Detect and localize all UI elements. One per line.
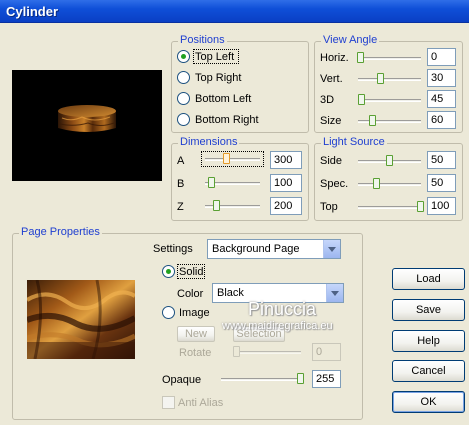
settings-dropdown-value: Background Page <box>212 243 300 255</box>
page-texture-image <box>27 280 135 359</box>
vert-slider[interactable] <box>358 78 421 81</box>
opaque-slider-thumb[interactable] <box>297 373 304 384</box>
dim-a-slider-thumb[interactable] <box>223 153 230 164</box>
settings-label: Settings <box>153 243 193 255</box>
dim-b-slider-thumb[interactable] <box>208 177 215 188</box>
radio-bottom-right[interactable] <box>177 113 190 126</box>
focus-ring <box>193 49 239 64</box>
side-slider-thumb[interactable] <box>386 155 393 166</box>
3d-label: 3D <box>320 94 335 106</box>
dim-b-input[interactable]: 100 <box>270 174 302 192</box>
dim-b-label: B <box>177 178 185 190</box>
3d-slider[interactable] <box>358 99 421 102</box>
dim-z-slider-thumb[interactable] <box>213 200 220 211</box>
page-properties-group-label: Page Properties <box>19 226 102 238</box>
dim-z-input[interactable]: 200 <box>270 197 302 215</box>
rotate-label: Rotate <box>179 347 212 359</box>
radio-bottom-right-label: Bottom Right <box>195 114 259 126</box>
vert-slider-thumb[interactable] <box>377 73 384 84</box>
top-slider-thumb[interactable] <box>417 201 424 212</box>
title-bar[interactable]: Cylinder <box>0 0 469 23</box>
rotate-input[interactable]: 0 <box>312 343 341 361</box>
load-button[interactable]: Load <box>392 268 465 290</box>
top-label: Top <box>320 201 338 213</box>
new-button[interactable]: New <box>177 326 215 342</box>
watermark-url: www.maidiregrafica.eu <box>222 320 333 332</box>
opaque-slider[interactable] <box>221 378 301 381</box>
spec-slider-thumb[interactable] <box>373 178 380 189</box>
side-input[interactable]: 50 <box>427 151 456 169</box>
color-dropdown-value: Black <box>217 287 244 299</box>
opaque-input[interactable]: 255 <box>312 370 341 388</box>
spec-label: Spec. <box>320 178 349 190</box>
dim-a-input[interactable]: 300 <box>270 151 302 169</box>
3d-slider-thumb[interactable] <box>358 94 365 105</box>
top-slider[interactable] <box>358 206 421 209</box>
spec-slider[interactable] <box>358 183 421 186</box>
save-button[interactable]: Save <box>392 299 465 321</box>
dim-a-slider[interactable] <box>205 158 260 161</box>
3d-input[interactable]: 45 <box>427 90 456 108</box>
rotate-slider-thumb[interactable] <box>233 346 240 357</box>
horiz-input[interactable]: 0 <box>427 48 456 66</box>
side-label: Side <box>320 155 343 167</box>
anti-alias-label: Anti Alias <box>178 397 224 409</box>
size-slider[interactable] <box>358 120 421 123</box>
size-label: Size <box>320 115 342 127</box>
help-button[interactable]: Help <box>392 330 465 352</box>
radio-bottom-left-label: Bottom Left <box>195 93 252 105</box>
vert-input[interactable]: 30 <box>427 69 456 87</box>
radio-top-right[interactable] <box>177 71 190 84</box>
view-angle-group-label: View Angle <box>321 34 380 46</box>
rotate-slider[interactable] <box>233 351 301 354</box>
cylinder-dialog: Cylinder Positions Top Left Top Right Bo… <box>0 0 469 425</box>
radio-solid[interactable] <box>162 265 175 278</box>
cancel-button[interactable]: Cancel <box>392 360 465 382</box>
chevron-down-icon[interactable] <box>326 284 343 302</box>
dimensions-group-label: Dimensions <box>178 136 240 148</box>
radio-image-label: Image <box>179 307 210 319</box>
horiz-label: Horiz. <box>320 52 349 64</box>
solid-focus-ring <box>177 264 205 279</box>
radio-bottom-left[interactable] <box>177 92 190 105</box>
opaque-label: Opaque <box>162 374 202 386</box>
horiz-slider-thumb[interactable] <box>357 52 364 63</box>
radio-top-right-label: Top Right <box>195 72 242 84</box>
light-source-group-label: Light Source <box>321 136 387 148</box>
positions-group-label: Positions <box>178 34 227 46</box>
cylinder-preview-image <box>58 105 116 132</box>
size-input[interactable]: 60 <box>427 111 456 129</box>
page-texture-preview <box>27 280 135 359</box>
dim-z-label: Z <box>177 201 184 213</box>
horiz-slider[interactable] <box>358 57 421 60</box>
vert-label: Vert. <box>320 73 343 85</box>
top-input[interactable]: 100 <box>427 197 456 215</box>
anti-alias-checkbox[interactable] <box>162 396 175 409</box>
window-title: Cylinder <box>6 4 59 19</box>
watermark-name: Pinuccia <box>248 299 317 319</box>
chevron-down-icon[interactable] <box>323 240 340 258</box>
dim-a-label: A <box>177 155 185 167</box>
size-slider-thumb[interactable] <box>369 115 376 126</box>
spec-input[interactable]: 50 <box>427 174 456 192</box>
settings-dropdown[interactable]: Background Page <box>207 239 341 259</box>
radio-image[interactable] <box>162 306 175 319</box>
color-label: Color <box>177 288 204 300</box>
cylinder-preview <box>12 70 162 181</box>
ok-button[interactable]: OK <box>392 391 465 413</box>
radio-top-left[interactable] <box>177 50 190 63</box>
